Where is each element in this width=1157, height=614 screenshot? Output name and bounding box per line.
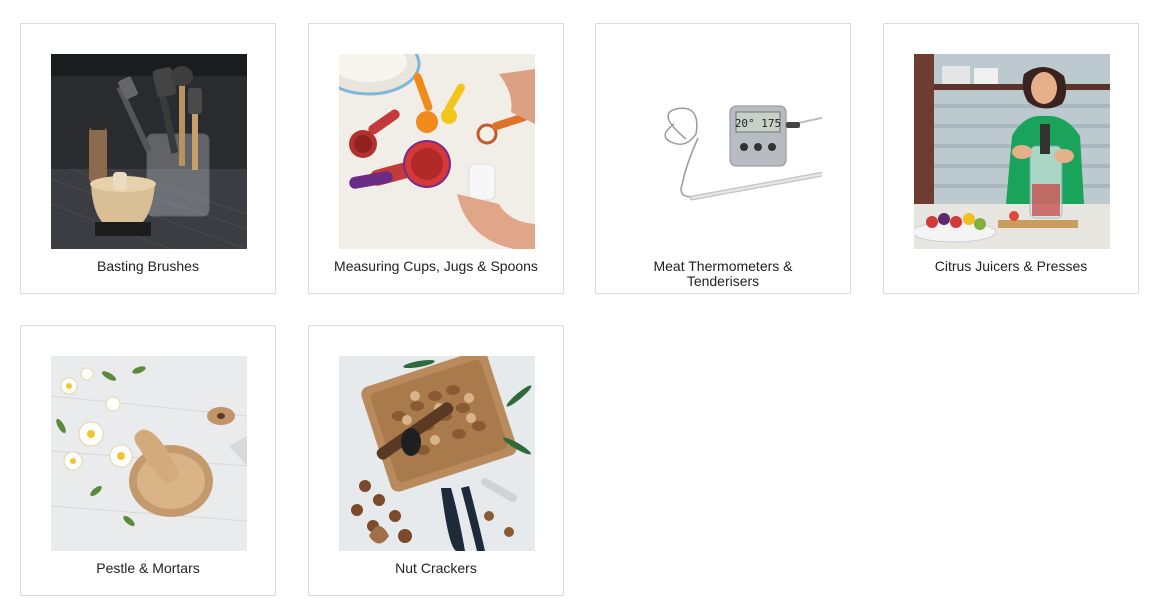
category-grid: Basting Brushes Measuring Cups, Jugs & S… xyxy=(0,0,1157,614)
category-label: Pestle & Mortars xyxy=(96,560,200,576)
thermometer-readout: 20° 175 xyxy=(735,117,781,130)
basting-brushes-image xyxy=(51,54,247,249)
category-label: Meat Thermometers & Tenderisers xyxy=(653,258,793,289)
category-card-measuring-cups[interactable]: Measuring Cups, Jugs & Spoons xyxy=(308,23,564,294)
category-card-pestle-mortars[interactable]: Pestle & Mortars xyxy=(20,325,276,596)
category-card-nut-crackers[interactable]: Nut Crackers xyxy=(308,325,564,596)
citrus-juicers-image xyxy=(914,54,1110,249)
measuring-cups-image xyxy=(339,54,535,249)
pestle-mortars-image xyxy=(51,356,247,551)
category-label: Basting Brushes xyxy=(97,258,199,274)
category-card-citrus-juicers[interactable]: Citrus Juicers & Presses xyxy=(883,23,1139,294)
category-label: Measuring Cups, Jugs & Spoons xyxy=(334,258,538,274)
nut-crackers-image xyxy=(339,356,535,551)
category-label: Citrus Juicers & Presses xyxy=(934,258,1088,274)
category-card-basting-brushes[interactable]: Basting Brushes xyxy=(20,23,276,294)
category-label: Nut Crackers xyxy=(395,560,477,576)
meat-thermometers-image: 20° 175 xyxy=(626,54,822,249)
category-card-meat-thermometers[interactable]: 20° 175 Meat Thermometers & Tenderisers xyxy=(595,23,851,294)
